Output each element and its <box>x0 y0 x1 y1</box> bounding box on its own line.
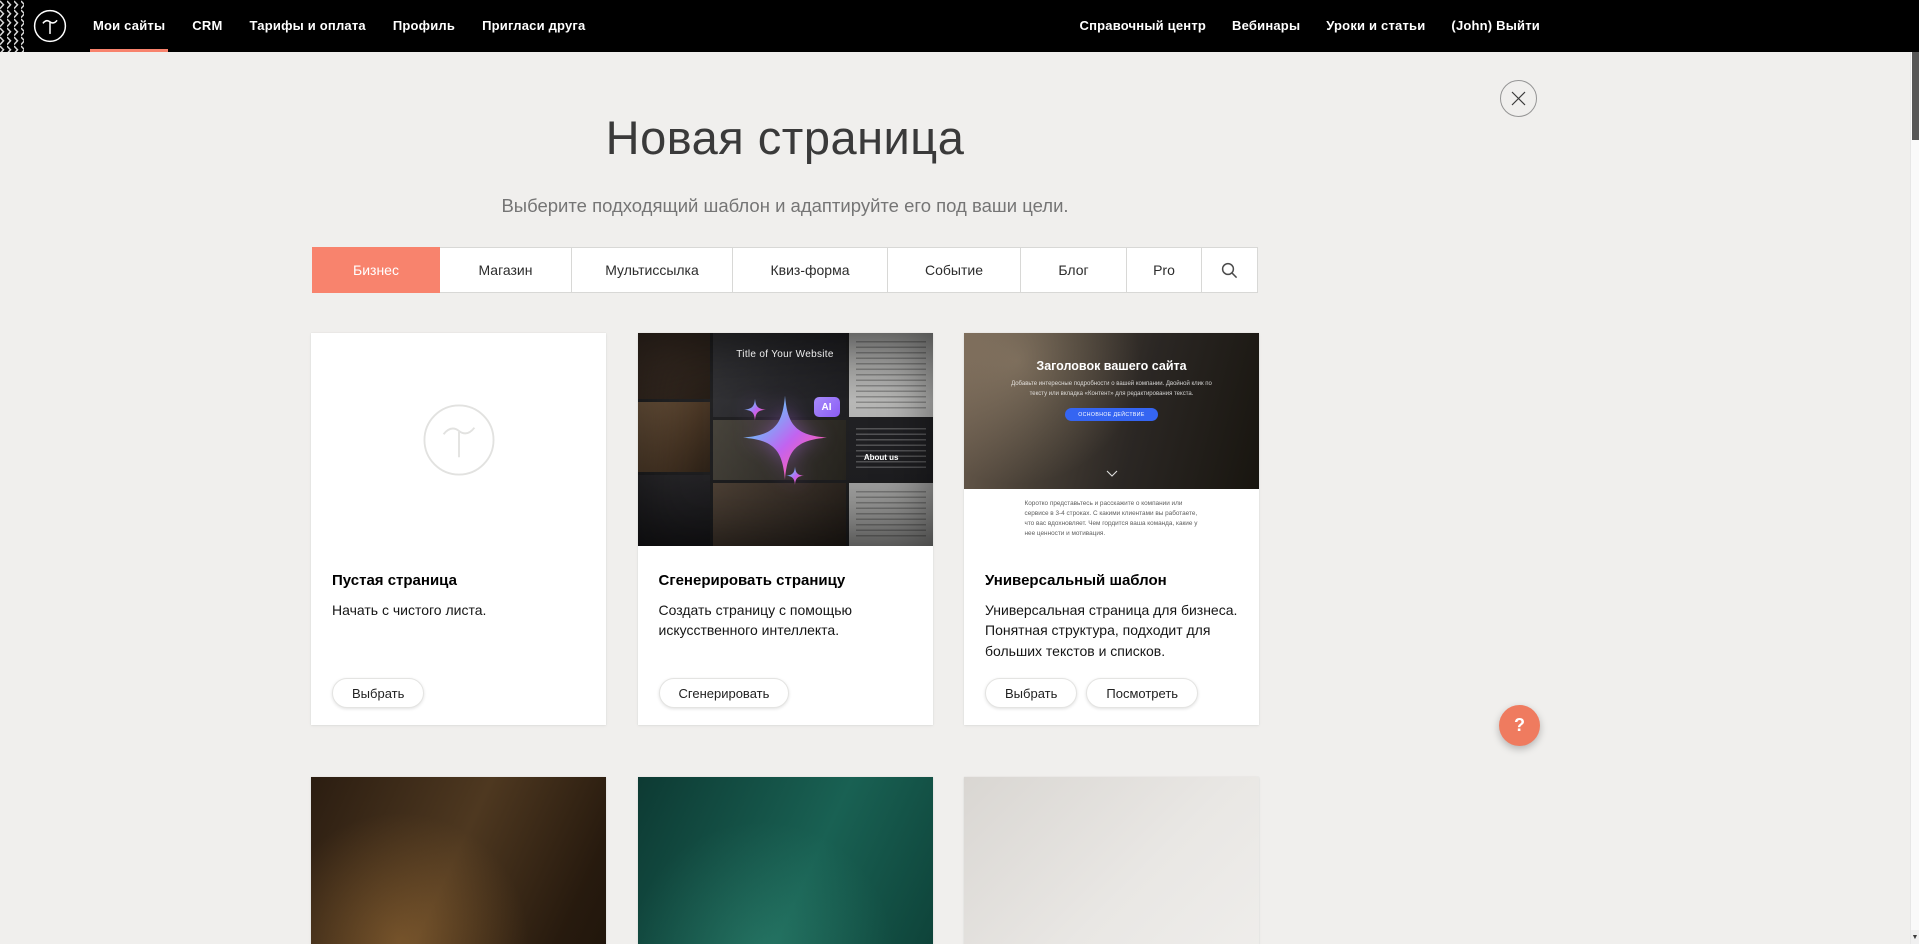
chevron-down-icon <box>1106 464 1118 482</box>
tab-pro[interactable]: Pro <box>1127 247 1202 293</box>
tab-business[interactable]: Бизнес <box>312 247 440 293</box>
template-preview-partial[interactable] <box>964 777 1259 944</box>
nav-webinars[interactable]: Вебинары <box>1232 0 1300 52</box>
template-card-universal: Заголовок вашего сайта Добавьте интересн… <box>964 333 1259 725</box>
template-preview-partial[interactable] <box>311 777 606 944</box>
template-body-text: Коротко представьтесь и расскажите о ком… <box>1025 499 1199 539</box>
topbar: Мои сайты CRM Тарифы и оплата Профиль Пр… <box>0 0 1919 52</box>
nav-invite-friend[interactable]: Пригласи друга <box>482 0 585 52</box>
blank-page-preview <box>311 333 606 546</box>
choose-template-button[interactable]: Выбрать <box>985 678 1077 708</box>
preview-template-button[interactable]: Посмотреть <box>1086 678 1198 708</box>
template-category-tabs: Бизнес Магазин Мультиссылка Квиз-форма С… <box>312 247 1258 293</box>
nav-crm[interactable]: CRM <box>192 0 222 52</box>
template-hero-text: Добавьте интересные подробности о вашей … <box>1009 380 1215 399</box>
nav-lessons-articles[interactable]: Уроки и статьи <box>1326 0 1425 52</box>
template-card-ai-generate: Title of Your Website About us <box>638 333 933 725</box>
secondary-nav: Справочный центр Вебинары Уроки и статьи… <box>1054 0 1571 52</box>
page-subtitle: Выберите подходящий шаблон и адаптируйте… <box>0 195 1570 217</box>
tab-multilink[interactable]: Мультиссылка <box>572 247 733 293</box>
tab-shop[interactable]: Магазин <box>440 247 572 293</box>
choose-blank-button[interactable]: Выбрать <box>332 678 424 708</box>
card-title: Пустая страница <box>332 572 585 589</box>
zigzag-pattern-icon <box>0 0 24 52</box>
card-actions: Сгенерировать <box>659 678 790 708</box>
search-icon <box>1221 262 1238 279</box>
tab-quiz-form[interactable]: Квиз-форма <box>733 247 888 293</box>
help-button[interactable]: ? <box>1499 705 1540 746</box>
nav-my-sites[interactable]: Мои сайты <box>93 0 165 52</box>
scrollbar[interactable]: ▼ <box>1910 52 1919 944</box>
template-hero: Заголовок вашего сайта Добавьте интересн… <box>964 333 1259 489</box>
template-preview-partial[interactable] <box>638 777 933 944</box>
card-title: Универсальный шаблон <box>985 572 1238 589</box>
template-card-partial-2 <box>638 777 933 944</box>
close-icon <box>1511 91 1526 106</box>
card-actions: Выбрать <box>332 678 424 708</box>
tab-blog[interactable]: Блог <box>1021 247 1127 293</box>
preview-about-label: About us <box>864 453 899 462</box>
tilda-logo-icon[interactable] <box>33 9 67 43</box>
generate-button[interactable]: Сгенерировать <box>659 678 790 708</box>
nav-help-center[interactable]: Справочный центр <box>1080 0 1207 52</box>
main-nav: Мои сайты CRM Тарифы и оплата Профиль Пр… <box>93 0 612 52</box>
card-description: Начать с чистого листа. <box>332 600 585 620</box>
template-card-partial-3 <box>964 777 1259 944</box>
topbar-inner: Мои сайты CRM Тарифы и оплата Профиль Пр… <box>0 0 1570 52</box>
card-description: Универсальная страница для бизнеса. Поня… <box>985 600 1238 661</box>
ai-generate-preview[interactable]: Title of Your Website About us <box>638 333 933 546</box>
scrollbar-down-arrow-icon[interactable]: ▼ <box>1911 930 1919 944</box>
nav-tariffs-payment[interactable]: Тарифы и оплата <box>249 0 365 52</box>
tab-search[interactable] <box>1202 247 1258 293</box>
scrollbar-thumb[interactable] <box>1912 52 1919 140</box>
template-hero-title: Заголовок вашего сайта <box>964 359 1259 373</box>
template-cards-grid: Пустая страница Начать с чистого листа. … <box>311 333 1259 944</box>
ai-badge: AI <box>814 397 840 417</box>
template-hero-button: Основное действие <box>1065 408 1158 421</box>
nav-profile[interactable]: Профиль <box>393 0 455 52</box>
preview-site-title: Title of Your Website <box>638 349 933 360</box>
new-page-modal: Новая страница Выберите подходящий шабло… <box>0 52 1570 944</box>
tilda-watermark-icon <box>422 403 496 477</box>
close-button[interactable] <box>1500 80 1537 117</box>
card-actions: Выбрать Посмотреть <box>985 678 1198 708</box>
universal-template-preview[interactable]: Заголовок вашего сайта Добавьте интересн… <box>964 333 1259 546</box>
tab-event[interactable]: Событие <box>888 247 1021 293</box>
page-title: Новая страница <box>0 52 1570 165</box>
nav-logout[interactable]: (John) Выйти <box>1451 0 1540 52</box>
template-body: Коротко представьтесь и расскажите о ком… <box>964 489 1259 546</box>
card-title: Сгенерировать страницу <box>659 572 912 589</box>
template-card-blank: Пустая страница Начать с чистого листа. … <box>311 333 606 725</box>
template-card-partial-1 <box>311 777 606 944</box>
card-description: Создать страницу с помощью искусственног… <box>659 600 912 641</box>
